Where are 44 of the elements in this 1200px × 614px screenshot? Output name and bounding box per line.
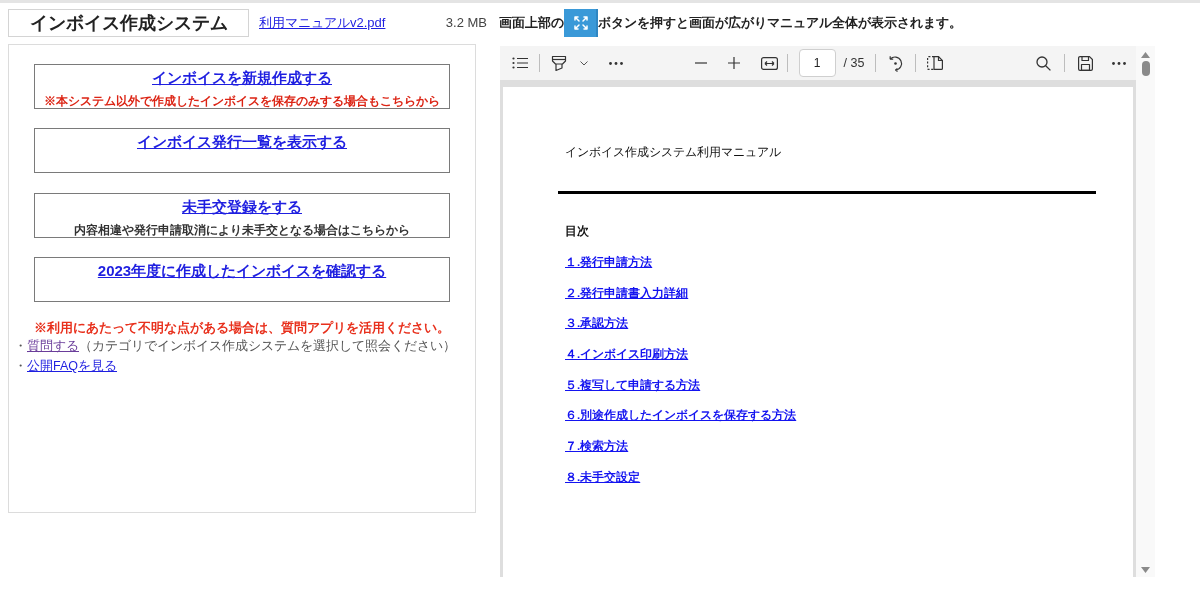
menu-link[interactable]: 未手交登録をする <box>182 197 302 215</box>
instruction-text: ボタンを押すと画面が広がりマニュアル全体が表示されます。 <box>598 14 962 33</box>
menu-note: 内容相違や発行申請取消により未手交となる場合はこちらから <box>73 222 411 237</box>
help-description: （カテゴリでインボイス作成システムを選択して照会ください） <box>79 339 456 354</box>
page-number-field[interactable]: 1 <box>798 49 836 77</box>
page-total: / 35 <box>843 54 865 72</box>
toc-link[interactable]: ６.別途作成したインボイスを保存する方法 <box>565 407 797 424</box>
toc-link[interactable]: ３.承認方法 <box>565 315 629 332</box>
rotate-icon[interactable] <box>887 54 905 72</box>
toc-heading: 目次 <box>565 225 589 237</box>
list-bullet: ・ <box>14 359 27 374</box>
menu-link[interactable]: インボイスを新規作成する <box>152 69 332 86</box>
menu-link[interactable]: 2023年度に作成したインボイスを確認する <box>97 261 387 279</box>
file-size: 3.2 MB <box>445 14 487 33</box>
zoom-in-icon[interactable] <box>727 57 740 69</box>
toc-link[interactable]: ７.検索方法 <box>565 438 629 455</box>
expand-icon <box>564 9 598 37</box>
help-link[interactable]: 公開FAQを見る <box>27 359 117 374</box>
toc-link[interactable]: ２.発行申請書入力詳細 <box>565 284 689 301</box>
list-icon[interactable] <box>512 57 528 69</box>
toc-link[interactable]: ４.インボイス印刷方法 <box>565 346 689 363</box>
manual-link[interactable]: 利用マニュアルv2.pdf <box>259 13 386 33</box>
toc-link[interactable]: ８.未手交設定 <box>565 468 641 485</box>
chevron-down-icon[interactable] <box>580 60 588 66</box>
menu-note: ※本システム以外で作成したインボイスを保存のみする場合もこちらから <box>43 94 441 108</box>
document-title: インボイス作成システム利用マニュアル <box>565 146 781 158</box>
instruction-text: 画面上部の <box>499 14 564 33</box>
app-title: インボイス作成システム <box>8 9 249 37</box>
toc-link[interactable]: １.発行申請方法 <box>565 254 653 270</box>
save-icon[interactable] <box>1078 55 1093 71</box>
scrollbar-thumb[interactable] <box>1141 61 1150 76</box>
menu-link[interactable]: インボイス発行一覧を表示する <box>137 133 347 151</box>
toc-link[interactable]: ５.複写して申請する方法 <box>565 376 701 393</box>
more-icon[interactable] <box>1112 61 1126 65</box>
page-layout-icon[interactable] <box>927 56 944 70</box>
help-notice: ※利用にあたって不明な点がある場合は、質問アプリを活用ください。 <box>34 321 450 336</box>
more-icon[interactable] <box>609 61 623 65</box>
scroll-up-icon[interactable] <box>1141 52 1150 58</box>
list-bullet: ・ <box>14 339 27 354</box>
fit-width-icon[interactable] <box>760 56 778 70</box>
scroll-down-icon[interactable] <box>1141 567 1150 573</box>
search-icon[interactable] <box>1036 55 1051 71</box>
help-link[interactable]: 質問する <box>27 339 79 354</box>
highlighter-icon[interactable] <box>551 54 567 72</box>
